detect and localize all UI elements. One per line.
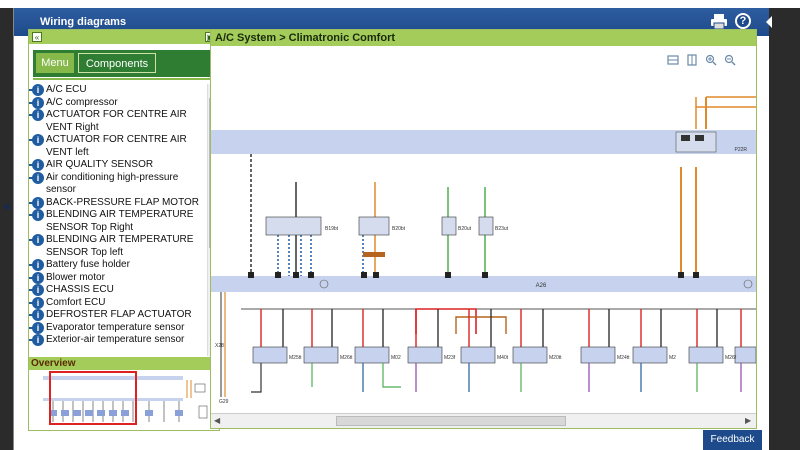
list-item[interactable]: i Exterior-air temperature sensor: [29, 334, 206, 347]
list-item-label: CHASSIS ECU: [46, 284, 114, 295]
breadcrumb: A/C System > Climatronic Comfort: [211, 30, 756, 46]
help-icon[interactable]: ?: [735, 13, 751, 29]
scroll-right-icon[interactable]: ▶: [745, 416, 751, 425]
list-item[interactable]: i Comfort ECU: [29, 296, 206, 310]
overview-header: Overview: [29, 357, 219, 370]
info-icon: i: [29, 259, 44, 271]
list-item-label: Comfort ECU: [46, 296, 106, 308]
scroll-thumb[interactable]: [336, 416, 566, 426]
info-icon: i: [29, 84, 44, 96]
list-item-label: ACTUATOR FOR CENTRE AIR VENT left: [46, 134, 187, 158]
diagram-panel: A/C System > Climatronic Comfort P22R B1…: [210, 29, 757, 429]
info-icon: i: [29, 96, 44, 109]
motor-label: M40t: [497, 355, 509, 361]
list-item-label: BLENDING AIR TEMPERATURE SENSOR Top left: [46, 234, 194, 258]
tab-strip: Menu Components: [33, 50, 215, 77]
list-item[interactable]: i BLENDING AIR TEMPERATURE SENSOR Top Rig…: [29, 209, 206, 234]
tab-components[interactable]: Components: [78, 53, 156, 73]
overview-thumbnail[interactable]: [29, 370, 219, 430]
left-panel-header: « ▣: [29, 30, 219, 44]
list-item-label: A/C ECU: [46, 84, 87, 95]
list-item-label: DEFROSTER FLAP ACTUATOR: [46, 309, 192, 320]
list-item-label: ACTUATOR FOR CENTRE AIR VENT Right: [46, 109, 187, 133]
info-icon: i: [29, 159, 44, 171]
info-icon: i: [29, 309, 44, 321]
list-item[interactable]: i Evaporator temperature sensor: [29, 321, 206, 335]
motor-label: M26f: [725, 355, 737, 361]
list-item[interactable]: i BACK-PRESSURE FLAP MOTOR: [29, 196, 206, 210]
list-item-label: A/C compressor: [46, 96, 118, 108]
list-item[interactable]: i A/C compressor: [29, 96, 206, 110]
window-title: Wiring diagrams: [40, 16, 127, 28]
list-item[interactable]: i A/C ECU: [29, 84, 206, 97]
info-icon: i: [29, 209, 44, 221]
left-panel: « ▣ Menu Components iA/C ECU iA/C compre…: [28, 29, 220, 431]
list-item-label: AIR QUALITY SENSOR: [46, 159, 154, 170]
list-item[interactable]: i ACTUATOR FOR CENTRE AIR VENT left: [29, 134, 206, 159]
list-item[interactable]: i AIR QUALITY SENSOR: [29, 159, 206, 172]
list-item[interactable]: i Blower motor: [29, 271, 206, 285]
left-vertical-label: X28: [215, 343, 224, 349]
info-icon: i: [29, 234, 44, 246]
motor-label: M2: [669, 355, 676, 361]
tab-underline: [33, 78, 215, 80]
component-label: B19bt: [325, 226, 339, 232]
bus-top-label: P22R: [734, 147, 747, 153]
list-item[interactable]: i BLENDING AIR TEMPERATURE SENSOR Top lef…: [29, 234, 206, 259]
info-icon: i: [29, 171, 44, 184]
component-label: B23ut: [495, 226, 509, 232]
scroll-left-icon[interactable]: ◀: [214, 416, 220, 425]
info-icon: i: [29, 109, 44, 121]
component-label: B20ut: [458, 226, 472, 232]
motor-label: M02: [391, 355, 401, 361]
top-strip: [0, 0, 800, 8]
list-item[interactable]: i ACTUATOR FOR CENTRE AIR VENT Right: [29, 109, 206, 134]
info-icon: i: [29, 196, 44, 209]
feedback-button[interactable]: Feedback: [703, 430, 762, 450]
info-icon: i: [29, 271, 44, 284]
list-item[interactable]: i Battery fuse holder: [29, 259, 206, 272]
list-item-label: Evaporator temperature sensor: [46, 321, 185, 333]
list-item[interactable]: i Air conditioning high-pressure sensor: [29, 171, 206, 197]
motor-label: M23f: [444, 355, 456, 361]
motor-label: M26tt: [340, 355, 353, 361]
motor-label: M25tt: [289, 355, 302, 361]
printer-icon[interactable]: [711, 14, 727, 30]
component-label: B20bt: [392, 226, 406, 232]
info-icon: i: [29, 134, 44, 146]
info-icon: i: [29, 284, 44, 296]
side-handle[interactable]: [4, 204, 10, 210]
collapse-icon[interactable]: «: [32, 32, 42, 42]
list-item-label: Battery fuse holder: [46, 259, 130, 270]
list-item-label: Blower motor: [46, 271, 105, 283]
info-icon: i: [29, 296, 44, 309]
ground-label: G29: [219, 399, 229, 405]
list-item-label: Air conditioning high-pressure sensor: [46, 171, 179, 196]
tab-menu[interactable]: Menu: [36, 53, 74, 73]
list-item[interactable]: i DEFROSTER FLAP ACTUATOR: [29, 309, 206, 322]
overview-viewport-frame[interactable]: [49, 371, 137, 425]
motor-label: M24tt: [617, 355, 630, 361]
panel-toggle-icon[interactable]: [766, 16, 772, 28]
wiring-diagram[interactable]: P22R B19bt B20bt B20ut B23ut A26 X28 G29…: [211, 47, 756, 413]
diagram-horizontal-scrollbar[interactable]: ◀ ▶: [211, 413, 756, 428]
motor-label: M20tt: [549, 355, 562, 361]
bus-mid-label: A26: [536, 283, 547, 289]
list-item-label: BLENDING AIR TEMPERATURE SENSOR Top Righ…: [46, 209, 194, 233]
list-item[interactable]: i CHASSIS ECU: [29, 284, 206, 297]
list-item-label: Exterior-air temperature sensor: [46, 334, 185, 345]
info-icon: i: [29, 334, 44, 346]
components-list: i A/C ECU i A/C compressor i ACTUATOR FOR C…: [29, 84, 206, 356]
list-item-label: BACK-PRESSURE FLAP MOTOR: [46, 196, 199, 208]
info-icon: i: [29, 321, 44, 334]
